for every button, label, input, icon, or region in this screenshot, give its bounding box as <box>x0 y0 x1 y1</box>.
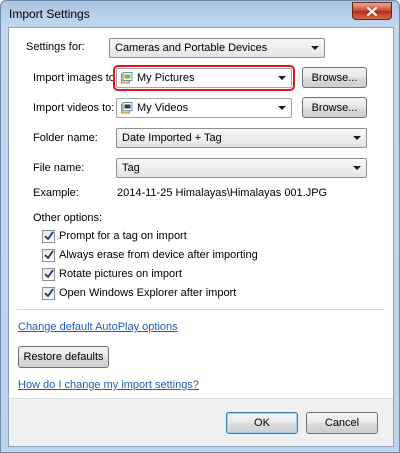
window-title: Import Settings <box>9 7 90 21</box>
restore-defaults-button[interactable]: Restore defaults <box>18 346 109 368</box>
checkmark-icon <box>44 250 54 260</box>
import-images-label: Import images to: <box>33 72 118 84</box>
chevron-down-icon <box>278 76 286 80</box>
browse-images-button[interactable]: Browse... <box>302 67 367 88</box>
folder-name-label: Folder name: <box>33 132 98 144</box>
always-erase-checkbox[interactable] <box>42 249 55 262</box>
close-icon <box>367 6 377 16</box>
help-import-settings-link[interactable]: How do I change my import settings? <box>18 379 199 391</box>
browse-videos-button[interactable]: Browse... <box>302 97 367 118</box>
prompt-tag-label[interactable]: Prompt for a tag on import <box>59 230 187 242</box>
settings-for-dropdown[interactable]: Cameras and Portable Devices <box>109 38 325 58</box>
close-button[interactable] <box>352 2 392 20</box>
import-images-dropdown[interactable]: My Pictures <box>116 68 292 88</box>
settings-for-label: Settings for: <box>26 41 85 53</box>
import-images-value: My Pictures <box>137 72 195 84</box>
checkmark-icon <box>44 269 54 279</box>
always-erase-label[interactable]: Always erase from device after importing <box>59 249 258 261</box>
dialog-footer: OK Cancel <box>9 398 393 446</box>
checkmark-icon <box>44 231 54 241</box>
folder-name-dropdown[interactable]: Date Imported + Tag <box>116 128 367 148</box>
cancel-button[interactable]: Cancel <box>306 412 378 434</box>
checkmark-icon <box>44 288 54 298</box>
title-bar[interactable]: Import Settings <box>1 1 399 27</box>
rotate-pictures-label[interactable]: Rotate pictures on import <box>59 268 182 280</box>
settings-panel: Settings for: Cameras and Portable Devic… <box>9 28 393 398</box>
import-videos-value: My Videos <box>137 102 189 114</box>
file-name-value: Tag <box>122 162 140 174</box>
prompt-tag-checkbox[interactable] <box>42 230 55 243</box>
videos-folder-icon <box>121 102 133 114</box>
chevron-down-icon <box>278 106 286 110</box>
open-explorer-label[interactable]: Open Windows Explorer after import <box>59 287 236 299</box>
pictures-folder-icon <box>121 72 133 84</box>
import-settings-window: Import Settings Settings for: Cameras an… <box>0 0 400 453</box>
file-name-label: File name: <box>33 162 85 174</box>
import-videos-label: Import videos to: <box>33 102 115 114</box>
dialog-client-area: Settings for: Cameras and Portable Devic… <box>8 27 394 447</box>
rotate-pictures-checkbox[interactable] <box>42 268 55 281</box>
file-name-dropdown[interactable]: Tag <box>116 158 367 178</box>
import-videos-dropdown[interactable]: My Videos <box>116 98 292 118</box>
chevron-down-icon <box>311 46 319 50</box>
group-divider <box>17 309 384 310</box>
chevron-down-icon <box>353 136 361 140</box>
other-options-label: Other options: <box>33 212 103 224</box>
autoplay-options-link[interactable]: Change default AutoPlay options <box>18 321 178 333</box>
folder-name-value: Date Imported + Tag <box>122 132 222 144</box>
example-label: Example: <box>33 187 79 199</box>
ok-button[interactable]: OK <box>226 412 298 434</box>
chevron-down-icon <box>353 166 361 170</box>
settings-for-value: Cameras and Portable Devices <box>115 42 268 54</box>
open-explorer-checkbox[interactable] <box>42 287 55 300</box>
example-value: 2014-11-25 Himalayas\Himalayas 001.JPG <box>117 187 328 199</box>
